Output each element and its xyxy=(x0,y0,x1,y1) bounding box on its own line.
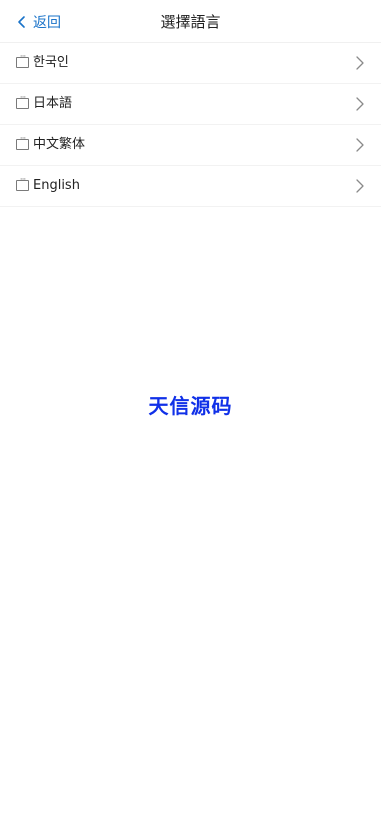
language-label: 日本語 xyxy=(33,96,73,111)
language-label: 中文繁体 xyxy=(33,137,86,152)
language-label: English xyxy=(33,178,80,193)
language-list: 한국인 日本語 中文繁体 English xyxy=(0,43,381,207)
watermark-text: 天信源码 xyxy=(148,394,233,418)
language-item-korean[interactable]: 한국인 xyxy=(0,43,381,84)
page-title: 選擇語言 xyxy=(160,13,221,31)
language-item-english[interactable]: English xyxy=(0,166,381,207)
language-label: 한국인 xyxy=(33,55,69,70)
chevron-right-icon xyxy=(356,138,364,152)
flag-icon xyxy=(16,175,29,191)
chevron-right-icon xyxy=(356,56,364,70)
flag-icon xyxy=(16,134,29,150)
language-item-japanese[interactable]: 日本語 xyxy=(0,84,381,125)
flag-icon xyxy=(16,52,29,68)
language-item-traditional-chinese[interactable]: 中文繁体 xyxy=(0,125,381,166)
chevron-right-icon xyxy=(356,97,364,111)
nav-bar: 返回 選擇語言 xyxy=(0,0,381,43)
chevron-right-icon xyxy=(356,179,364,193)
flag-icon xyxy=(16,93,29,109)
language-select-page: 返回 選擇語言 한국인 日本語 中文繁体 English xyxy=(0,0,381,823)
